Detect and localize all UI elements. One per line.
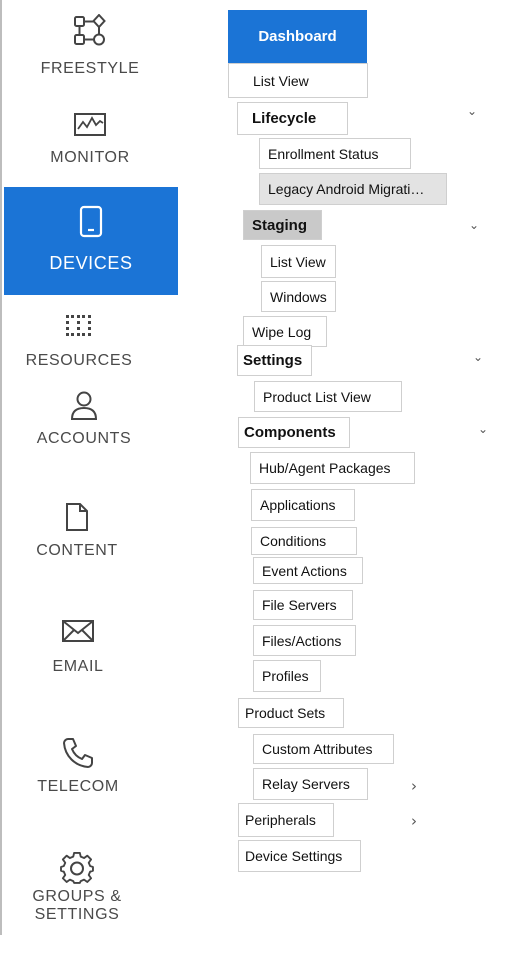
tree-item-relay-servers[interactable]: Relay Servers [253, 768, 368, 800]
phone-icon [63, 738, 93, 768]
rail-label-monitor: MONITOR [50, 149, 130, 166]
rail-item-monitor[interactable]: MONITOR [4, 108, 176, 174]
chevron-down-icon[interactable]: ⌄ [473, 350, 483, 364]
tree-item-files-actions[interactable]: Files/Actions [253, 625, 356, 656]
tree-item-hub-agent-packages[interactable]: Hub/Agent Packages [250, 452, 415, 484]
tree-item-wipe-log[interactable]: Wipe Log [243, 316, 327, 347]
tree-item-product-sets[interactable]: Product Sets [238, 698, 344, 728]
rail-label-groups-line2: SETTINGS [34, 906, 120, 923]
tree-item-lifecycle[interactable]: Lifecycle [237, 102, 348, 135]
tree-item-applications[interactable]: Applications [251, 489, 355, 521]
tree-item-windows[interactable]: Windows [261, 281, 336, 312]
rail-label-content: CONTENT [36, 542, 118, 559]
rail-label-email: EMAIL [52, 658, 104, 675]
gear-icon [60, 852, 94, 884]
tree-item-event-actions[interactable]: Event Actions [253, 557, 363, 584]
tree-item-settings[interactable]: Settings [237, 345, 312, 376]
tree-item-legacy-android-migration[interactable]: Legacy Android Migrati… [259, 173, 447, 205]
rail-border [0, 0, 2, 935]
tree-item-profiles[interactable]: Profiles [253, 660, 321, 692]
chevron-right-icon[interactable]: › [411, 812, 417, 830]
rail-item-devices[interactable]: DEVICES [4, 187, 178, 295]
rail-item-accounts[interactable]: ACCOUNTS [4, 390, 164, 452]
chevron-right-icon[interactable]: › [411, 777, 417, 795]
tree-item-enrollment-status[interactable]: Enrollment Status [259, 138, 411, 169]
tree-item-staging-list-view[interactable]: List View [261, 245, 336, 278]
rail-item-groups-settings[interactable]: GROUPS & SETTINGS [4, 852, 150, 936]
rail-label-groups-line1: GROUPS & [32, 888, 122, 905]
tree-item-staging[interactable]: Staging [243, 210, 322, 240]
chevron-down-icon[interactable]: ⌄ [478, 422, 488, 436]
tree-item-components[interactable]: Components [238, 417, 350, 448]
devices-icon [79, 205, 103, 238]
chevron-down-icon[interactable]: ⌄ [467, 104, 477, 118]
rail-label-telecom: TELECOM [37, 778, 119, 795]
user-icon [70, 391, 98, 420]
tree-item-product-list-view[interactable]: Product List View [254, 381, 402, 412]
rail-label-freestyle: FREESTYLE [40, 60, 140, 77]
rail-label-devices: DEVICES [49, 253, 133, 273]
monitor-icon [74, 113, 106, 136]
tree-item-conditions[interactable]: Conditions [251, 527, 357, 555]
envelope-icon [62, 620, 94, 642]
tree-item-list-view[interactable]: List View [228, 63, 368, 98]
resources-icon [66, 315, 91, 336]
rail-item-telecom[interactable]: TELECOM [4, 736, 152, 800]
tree-item-device-settings[interactable]: Device Settings [238, 840, 361, 872]
chevron-down-icon[interactable]: ⌄ [469, 218, 479, 232]
rail-item-content[interactable]: CONTENT [4, 502, 150, 564]
document-icon [66, 503, 88, 531]
rail-label-resources: RESOURCES [25, 352, 133, 369]
rail-label-accounts: ACCOUNTS [36, 430, 132, 447]
tree-item-custom-attributes[interactable]: Custom Attributes [253, 734, 394, 764]
dashboard-button[interactable]: Dashboard [228, 10, 367, 63]
freestyle-icon [74, 14, 106, 46]
rail-item-email[interactable]: EMAIL [4, 618, 152, 680]
tree-item-peripherals[interactable]: Peripherals [238, 803, 334, 837]
rail-item-resources[interactable]: RESOURCES [4, 312, 154, 374]
tree-item-file-servers[interactable]: File Servers [253, 590, 353, 620]
rail-item-freestyle[interactable]: FREESTYLE [4, 12, 176, 84]
